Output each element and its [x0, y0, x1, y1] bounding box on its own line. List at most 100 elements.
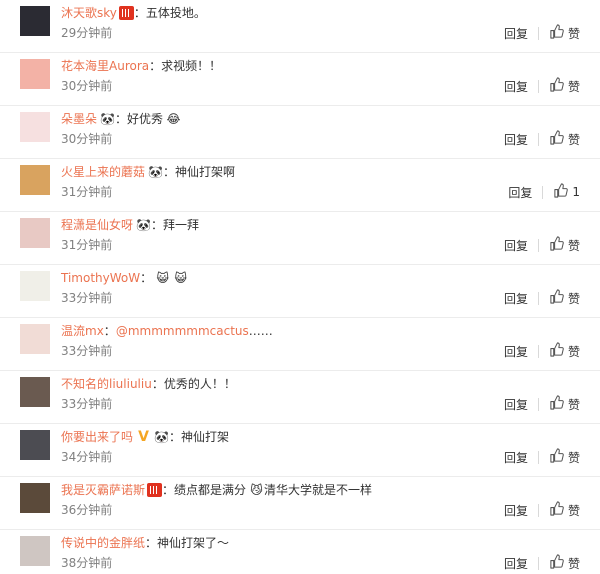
- avatar-image: [20, 536, 50, 566]
- thumbs-up-icon: [549, 342, 568, 360]
- like-button[interactable]: 赞: [549, 77, 580, 95]
- reply-button[interactable]: 回复: [504, 237, 528, 254]
- comment-text: ：: [140, 271, 153, 285]
- avatar[interactable]: [20, 218, 50, 248]
- like-button[interactable]: 赞: [549, 289, 580, 307]
- comment-line: 朵墨朵 🐼 ：好优秀 😂: [61, 110, 181, 128]
- username-link[interactable]: 火星上来的蘑菇: [61, 163, 145, 181]
- username-link[interactable]: 花本海里Aurora: [61, 57, 149, 75]
- reply-button[interactable]: 回复: [504, 343, 528, 360]
- divider: [537, 26, 539, 40]
- like-button[interactable]: 赞: [549, 501, 580, 519]
- reply-button[interactable]: 回复: [504, 449, 528, 466]
- avatar[interactable]: [20, 112, 50, 142]
- like-label: 赞: [567, 132, 580, 147]
- comment-item: TimothyWoW： 😺 😺 33分钟前 回复赞: [0, 265, 600, 318]
- username-link[interactable]: 朵墨朵: [61, 110, 97, 128]
- comment-line: 花本海里Aurora ：求视频！！: [61, 57, 221, 75]
- like-label: 赞: [567, 450, 580, 465]
- avatar[interactable]: [20, 377, 50, 407]
- reply-button[interactable]: 回复: [504, 502, 528, 519]
- username-link[interactable]: 程潇是仙女呀: [61, 216, 133, 234]
- divider: [537, 132, 539, 146]
- reply-button[interactable]: 回复: [504, 396, 528, 413]
- reply-button[interactable]: 回复: [504, 555, 528, 572]
- thumbs-up-icon: [549, 501, 568, 519]
- comment-text: ：: [103, 324, 116, 338]
- comment-text: ：绩点都是满分: [162, 483, 247, 497]
- like-label: 赞: [567, 26, 580, 41]
- panda-emoji-icon: 🐼: [136, 217, 151, 232]
- mention-link[interactable]: @mmmmmmmcactus: [116, 322, 249, 340]
- username-link[interactable]: 我是灭霸萨诺斯: [61, 481, 145, 499]
- avatar-image: [20, 483, 50, 513]
- like-button[interactable]: 赞: [549, 236, 580, 254]
- comment-actions: 回复 赞: [504, 289, 580, 307]
- like-button[interactable]: 1: [553, 183, 580, 201]
- divider: [537, 450, 539, 464]
- reply-button[interactable]: 回复: [504, 25, 528, 42]
- comment-text: ：神仙打架了～: [145, 536, 230, 550]
- comment-line: 不知名的liuliuliu ：优秀的人！！: [61, 375, 236, 393]
- comment-actions: 回复 1: [508, 183, 580, 201]
- avatar-image: [20, 377, 50, 407]
- avatar[interactable]: [20, 271, 50, 301]
- comment-line: 程潇是仙女呀 🐼 ：拜一拜: [61, 216, 199, 234]
- username-link[interactable]: 你要出来了吗: [61, 428, 133, 446]
- like-button[interactable]: 赞: [549, 24, 580, 42]
- avatar[interactable]: [20, 536, 50, 566]
- username-link[interactable]: 传说中的金胖纸: [61, 534, 145, 552]
- avatar[interactable]: [20, 430, 50, 460]
- comment-time: 30分钟前: [61, 79, 113, 93]
- comment-actions: 回复 赞: [504, 554, 580, 572]
- like-button[interactable]: 赞: [549, 342, 580, 360]
- comment-item: 我是灭霸萨诺斯 ：绩点都是满分 😼 清华大学就是不一样 36分钟前 回复 赞: [0, 477, 600, 530]
- avatar-image: [20, 218, 50, 248]
- username-link[interactable]: 温流mx: [61, 322, 104, 340]
- comment-time: 31分钟前: [61, 185, 113, 199]
- reply-button[interactable]: 回复: [504, 78, 528, 95]
- avatar-image: [20, 165, 50, 195]
- like-label: 赞: [567, 291, 580, 306]
- comment-line: TimothyWoW： 😺 😺: [61, 269, 188, 287]
- avatar-image: [20, 324, 50, 354]
- divider: [537, 344, 539, 358]
- like-button[interactable]: 赞: [549, 395, 580, 413]
- avatar[interactable]: [20, 6, 50, 36]
- avatar[interactable]: [20, 324, 50, 354]
- avatar[interactable]: [20, 165, 50, 195]
- thumbs-up-icon: [549, 395, 568, 413]
- avatar-image: [20, 6, 50, 36]
- username-link[interactable]: TimothyWoW: [61, 269, 140, 287]
- comment-actions: 回复 赞: [504, 395, 580, 413]
- avatar[interactable]: [20, 483, 50, 513]
- comment-item: 花本海里Aurora ：求视频！！ 30分钟前 回复 赞: [0, 53, 600, 106]
- reply-button[interactable]: 回复: [508, 184, 532, 201]
- comment-actions: 回复 赞: [504, 24, 580, 42]
- reply-button[interactable]: 回复: [504, 131, 528, 148]
- comment-time: 30分钟前: [61, 132, 113, 146]
- comment-text-2: 清华大学就是不一样: [264, 483, 373, 497]
- avatar-image: [20, 271, 50, 301]
- like-label: 赞: [567, 503, 580, 518]
- comment-time: 34分钟前: [61, 450, 113, 464]
- like-label: 赞: [567, 79, 580, 94]
- thumbs-up-icon: [549, 448, 568, 466]
- like-button[interactable]: 赞: [549, 448, 580, 466]
- comment-item: 程潇是仙女呀 🐼 ：拜一拜 31分钟前 回复 赞: [0, 212, 600, 265]
- divider: [537, 79, 539, 93]
- like-button[interactable]: 赞: [549, 554, 580, 572]
- username-link[interactable]: 沐天歌sky: [61, 4, 117, 22]
- comment-line: 我是灭霸萨诺斯 ：绩点都是满分 😼 清华大学就是不一样: [61, 481, 372, 499]
- like-button[interactable]: 赞: [549, 130, 580, 148]
- thumbs-up-icon: [549, 77, 568, 95]
- comment-time: 29分钟前: [61, 26, 113, 40]
- reply-button[interactable]: 回复: [504, 290, 528, 307]
- avatar[interactable]: [20, 59, 50, 89]
- like-label: 1: [572, 185, 580, 199]
- comment-line: 你要出来了吗 V 🐼 ：神仙打架: [61, 428, 229, 446]
- comment-text-tail: ……: [248, 324, 273, 338]
- username-link[interactable]: 不知名的liuliuliu: [61, 375, 152, 393]
- like-label: 赞: [567, 238, 580, 253]
- panda-emoji-icon: 🐼: [154, 429, 169, 444]
